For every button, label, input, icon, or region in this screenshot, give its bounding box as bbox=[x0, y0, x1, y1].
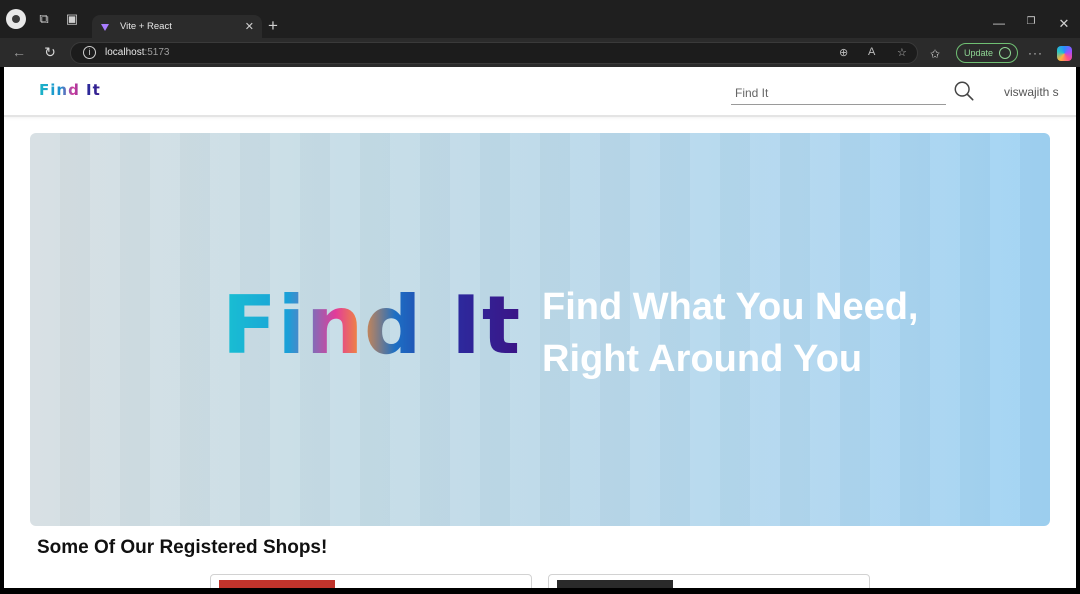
tab-close-icon[interactable]: ✕ bbox=[245, 20, 254, 33]
shop-image bbox=[219, 580, 335, 588]
shops-section-title: Some Of Our Registered Shops! bbox=[37, 537, 328, 558]
search-icon[interactable] bbox=[953, 80, 975, 102]
new-tab-button[interactable]: + bbox=[268, 16, 278, 36]
shop-card[interactable] bbox=[210, 574, 532, 588]
workspaces-icon[interactable]: ⧉ bbox=[34, 9, 54, 29]
update-button[interactable]: Update bbox=[956, 43, 1018, 63]
read-aloud-icon[interactable]: A bbox=[868, 46, 875, 58]
maximize-button[interactable]: ❐ bbox=[1021, 16, 1041, 27]
search-input[interactable] bbox=[731, 82, 946, 105]
favorite-star-icon[interactable]: ☆ bbox=[897, 46, 907, 59]
user-name[interactable]: viswajith s bbox=[1004, 85, 1059, 99]
browser-tab-bar: ⧉ ▣ Vite + React ✕ + — ❐ ✕ bbox=[0, 0, 1080, 38]
shop-card[interactable] bbox=[548, 574, 870, 588]
copilot-icon[interactable] bbox=[1057, 46, 1072, 61]
reload-icon[interactable]: ↻ bbox=[41, 44, 59, 61]
browser-tab[interactable]: Vite + React ✕ bbox=[92, 15, 262, 38]
update-label: Update bbox=[964, 48, 994, 58]
hero-logo: Find It bbox=[222, 279, 522, 372]
back-icon[interactable]: ← bbox=[10, 44, 28, 60]
url-text: localhost:5173 bbox=[105, 47, 170, 58]
url-host: localhost bbox=[105, 47, 145, 58]
hero-tagline: Find What You Need, Right Around You bbox=[542, 286, 919, 380]
vite-favicon-icon bbox=[100, 22, 110, 32]
tab-title: Vite + React bbox=[120, 21, 172, 32]
profile-icon[interactable] bbox=[6, 9, 26, 29]
address-bar[interactable]: i localhost:5173 ⊕ A ☆ bbox=[70, 42, 918, 64]
window-bottom-edge bbox=[0, 588, 1080, 594]
close-window-button[interactable]: ✕ bbox=[1054, 16, 1074, 32]
site-header: Find It viswajith s bbox=[4, 67, 1076, 117]
browser-toolbar: ← ↻ i localhost:5173 ⊕ A ☆ ✩ Update ··· bbox=[0, 38, 1080, 67]
minimize-button[interactable]: — bbox=[989, 16, 1009, 30]
browser-essentials-icon bbox=[999, 47, 1011, 59]
shop-image bbox=[557, 580, 673, 588]
site-info-icon[interactable]: i bbox=[83, 46, 96, 59]
more-options-icon[interactable]: ··· bbox=[1028, 46, 1043, 60]
url-port: :5173 bbox=[144, 47, 170, 58]
hero-banner: Find It Find What You Need, Right Around… bbox=[30, 133, 1050, 526]
page-viewport: Find It viswajith s Find It Find What Yo… bbox=[4, 67, 1076, 588]
zoom-icon[interactable]: ⊕ bbox=[839, 46, 848, 59]
favorites-icon[interactable]: ✩ bbox=[930, 47, 940, 61]
site-logo[interactable]: Find It bbox=[39, 81, 101, 99]
tab-actions-icon[interactable]: ▣ bbox=[62, 9, 82, 29]
